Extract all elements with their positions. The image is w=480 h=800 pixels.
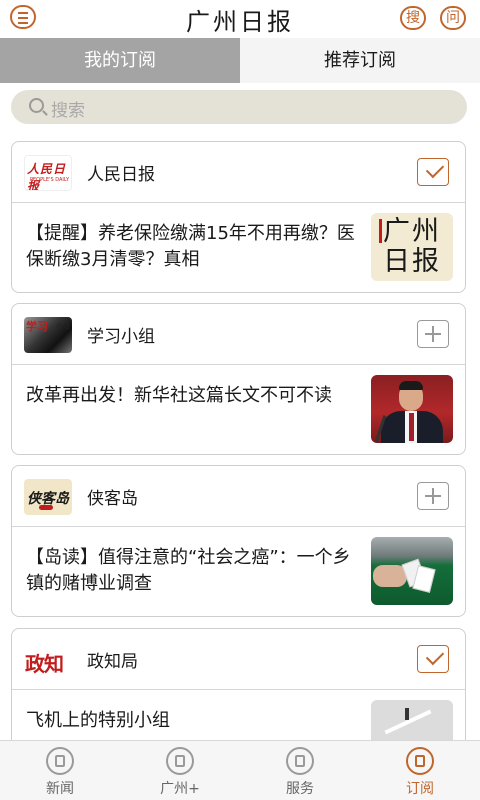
news-headline: 【岛读】值得注意的“社会之癌”：一个乡镇的赌博业调查 (26, 547, 351, 594)
subscribed-button[interactable] (417, 645, 449, 673)
feed-header[interactable]: 学习 小组 学习小组 (12, 304, 465, 365)
tab-my-subscriptions[interactable]: 我的订阅 (0, 38, 240, 83)
news-icon (46, 747, 74, 775)
feed-header[interactable]: 人民日报 PEOPLE'S DAILY 人民日报 (12, 142, 465, 203)
search-placeholder: 搜索 (51, 101, 85, 121)
feed-header[interactable]: 政知 政知局 (12, 629, 465, 690)
feed-card: 人民日报 PEOPLE'S DAILY 人民日报 【提醒】养老保险缴满15年不用… (11, 141, 466, 293)
nav-label: 服务 (286, 781, 314, 797)
guangzhou-plus-icon (166, 747, 194, 775)
search-input[interactable]: 搜索 (11, 90, 467, 124)
subscribe-icon (406, 747, 434, 775)
nav-label: 新闻 (46, 781, 74, 797)
nav-subscribe[interactable]: 订阅 (360, 741, 480, 800)
news-headline: 【提醒】养老保险缴满15年不用再缴？医保断缴3月清零？真相 (26, 223, 355, 270)
nav-service[interactable]: 服务 (240, 741, 360, 800)
app-header: 广州日报 搜 问 (0, 0, 480, 36)
feed-header[interactable]: 侠客岛 侠客岛 (12, 466, 465, 527)
news-headline: 飞机上的特别小组 (26, 710, 170, 731)
nav-label: 广州+ (160, 781, 200, 797)
subscribe-button[interactable] (417, 320, 449, 348)
source-name: 侠客岛 (87, 489, 138, 509)
source-name: 人民日报 (87, 165, 155, 185)
nav-label: 订阅 (406, 781, 434, 797)
ask-button[interactable]: 问 (440, 6, 466, 30)
subscribed-button[interactable] (417, 158, 449, 186)
source-logo: 政知 (24, 642, 72, 678)
thumbnail-logo-text: 广州 (383, 216, 441, 247)
check-icon (425, 159, 445, 179)
subscription-tabs: 我的订阅 推荐订阅 (0, 38, 480, 83)
source-logo: 侠客岛 (24, 479, 72, 515)
news-item[interactable]: 【岛读】值得注意的“社会之癌”：一个乡镇的赌博业调查 (12, 527, 465, 616)
news-thumbnail (371, 537, 453, 605)
news-thumbnail: 广州 日报 (371, 213, 453, 281)
source-name: 学习小组 (87, 327, 155, 347)
feed-card: 侠客岛 侠客岛 【岛读】值得注意的“社会之癌”：一个乡镇的赌博业调查 (11, 465, 466, 617)
source-logo: 人民日报 PEOPLE'S DAILY (24, 155, 72, 191)
feed-card: 学习 小组 学习小组 改革再出发！新华社这篇长文不可不读 (11, 303, 466, 455)
tab-recommended-subscriptions[interactable]: 推荐订阅 (240, 38, 480, 83)
news-item[interactable]: 【提醒】养老保险缴满15年不用再缴？医保断缴3月清零？真相 广州 日报 (12, 203, 465, 292)
news-headline: 改革再出发！新华社这篇长文不可不读 (26, 385, 332, 406)
source-name: 政知局 (87, 652, 138, 672)
bottom-navigation: 新闻 广州+ 服务 订阅 (0, 740, 480, 800)
check-icon (425, 646, 445, 666)
subscribe-button[interactable] (417, 482, 449, 510)
nav-news[interactable]: 新闻 (0, 741, 120, 800)
news-thumbnail (371, 375, 453, 443)
search-button[interactable]: 搜 (400, 6, 426, 30)
news-item[interactable]: 改革再出发！新华社这篇长文不可不读 (12, 365, 465, 454)
nav-guangzhou-plus[interactable]: 广州+ (120, 741, 240, 800)
service-icon (286, 747, 314, 775)
search-icon (29, 98, 44, 113)
source-logo: 学习 小组 (24, 317, 72, 353)
